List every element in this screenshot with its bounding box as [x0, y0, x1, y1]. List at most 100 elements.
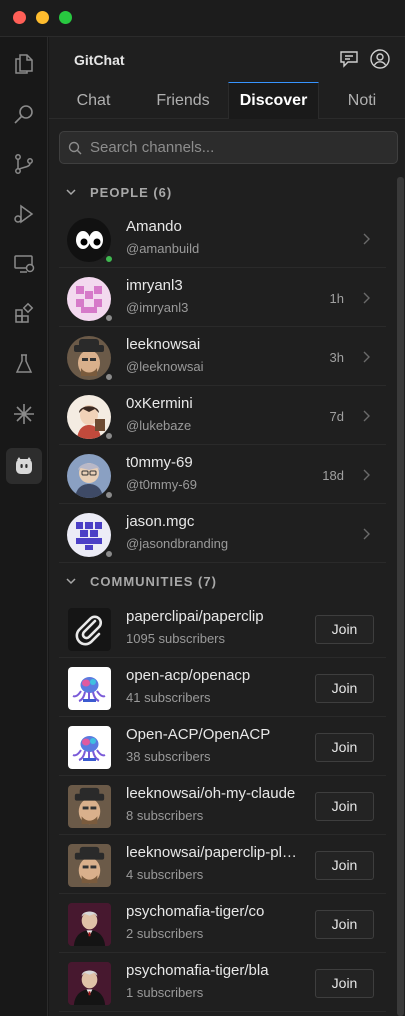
subscriber-count: 41 subscribers: [126, 690, 211, 705]
person-row[interactable]: jason.mgc @jasondbranding: [59, 505, 386, 563]
close-window-button[interactable]: [13, 11, 26, 24]
tab-chat[interactable]: Chat: [49, 82, 138, 119]
new-message-icon[interactable]: [338, 48, 360, 70]
subscriber-count: 1095 subscribers: [126, 631, 225, 646]
activity-bar: [0, 37, 48, 1016]
chevron-right-icon: [363, 233, 370, 245]
source-control-icon[interactable]: [6, 146, 42, 182]
scrollbar-thumb[interactable]: [397, 177, 404, 1016]
communities-section-header[interactable]: COMMUNITIES (7): [49, 566, 389, 596]
join-button[interactable]: Join: [315, 733, 374, 762]
scrollbar[interactable]: [396, 177, 405, 1016]
tab-bar: Chat Friends Discover Noti: [49, 82, 405, 119]
community-avatar: [68, 903, 111, 946]
person-row[interactable]: t0mmy-69 @t0mmy-69 18d: [59, 446, 386, 504]
community-avatar: [68, 726, 111, 769]
community-avatar: [68, 844, 111, 887]
community-name: psychomafia-tiger/bla: [126, 962, 269, 979]
community-row[interactable]: psychomafia-tiger/bla 1 subscribers Join: [59, 954, 386, 1012]
subscriber-count: 4 subscribers: [126, 867, 204, 882]
join-button[interactable]: Join: [315, 674, 374, 703]
person-handle: @jasondbranding: [126, 536, 229, 551]
community-row[interactable]: Open-ACP/OpenACP 38 subscribers Join: [59, 718, 386, 776]
chevron-down-icon: [66, 578, 76, 585]
run-debug-icon[interactable]: [6, 196, 42, 232]
zoom-window-button[interactable]: [59, 11, 72, 24]
community-row[interactable]: open-acp/openacp 41 subscribers Join: [59, 659, 386, 717]
subscriber-count: 8 subscribers: [126, 808, 204, 823]
person-handle: @lukebaze: [126, 418, 192, 433]
last-active-time: 7d: [329, 409, 344, 424]
search-box: [59, 131, 398, 164]
community-name: Open-ACP/OpenACP: [126, 726, 271, 743]
join-button[interactable]: Join: [315, 792, 374, 821]
last-active-time: 3h: [329, 350, 344, 365]
testing-flask-icon[interactable]: [6, 346, 42, 382]
chevron-right-icon: [363, 410, 370, 422]
online-status-dot: [104, 254, 114, 264]
person-name: Amando: [126, 218, 182, 235]
communities-section-label: COMMUNITIES (7): [90, 574, 217, 589]
subscriber-count: 38 subscribers: [126, 749, 211, 764]
offline-status-dot: [104, 431, 114, 441]
extensions-icon[interactable]: [6, 296, 42, 332]
person-row[interactable]: leeknowsai @leeknowsai 3h: [59, 328, 386, 386]
community-name: leeknowsai/paperclip-plugins: [126, 844, 304, 861]
minimize-window-button[interactable]: [36, 11, 49, 24]
person-handle: @amanbuild: [126, 241, 200, 256]
people-section-header[interactable]: PEOPLE (6): [49, 177, 389, 207]
person-handle: @imryanl3: [126, 300, 189, 315]
chevron-right-icon: [363, 469, 370, 481]
tab-notifications[interactable]: Noti: [319, 82, 405, 119]
chevron-right-icon: [363, 351, 370, 363]
offline-status-dot: [104, 490, 114, 500]
gitchat-icon[interactable]: [6, 448, 42, 484]
chevron-right-icon: [363, 528, 370, 540]
search-icon[interactable]: [6, 96, 42, 132]
person-name: leeknowsai: [126, 336, 201, 353]
tab-friends[interactable]: Friends: [138, 82, 228, 119]
tab-discover[interactable]: Discover: [228, 82, 319, 119]
join-button[interactable]: Join: [315, 910, 374, 939]
remote-explorer-icon[interactable]: [6, 246, 42, 282]
panel-header: GitChat: [49, 37, 405, 82]
community-avatar: [68, 962, 111, 1005]
last-active-time: 18d: [322, 468, 344, 483]
explorer-icon[interactable]: [6, 46, 42, 82]
community-avatar: [68, 608, 111, 651]
community-name: open-acp/openacp: [126, 667, 251, 684]
person-row[interactable]: 0xKermini @lukebaze 7d: [59, 387, 386, 445]
people-section-label: PEOPLE (6): [90, 185, 173, 200]
search-channels-input[interactable]: [90, 132, 390, 163]
person-handle: @t0mmy-69: [126, 477, 197, 492]
sparkle-icon[interactable]: [6, 396, 42, 432]
person-name: jason.mgc: [126, 513, 195, 530]
offline-status-dot: [104, 313, 114, 323]
panel-title: GitChat: [74, 52, 125, 68]
community-name: psychomafia-tiger/co: [126, 903, 265, 920]
community-avatar: [68, 785, 111, 828]
join-button[interactable]: Join: [315, 969, 374, 998]
community-row[interactable]: psychomafia-tiger/co 2 subscribers Join: [59, 895, 386, 953]
last-active-time: 1h: [329, 291, 344, 306]
join-button[interactable]: Join: [315, 851, 374, 880]
chevron-right-icon: [363, 292, 370, 304]
account-icon[interactable]: [369, 48, 391, 70]
chevron-down-icon: [66, 189, 76, 196]
community-row[interactable]: leeknowsai/paperclip-plugins 4 subscribe…: [59, 836, 386, 894]
subscriber-count: 1 subscribers: [126, 985, 204, 1000]
offline-status-dot: [104, 372, 114, 382]
search-icon: [68, 141, 82, 155]
join-button[interactable]: Join: [315, 615, 374, 644]
community-avatar: [68, 667, 111, 710]
person-row[interactable]: imryanl3 @imryanl3 1h: [59, 269, 386, 327]
gitchat-panel: GitChat Chat Friends Discover Noti PEOPL…: [49, 37, 405, 1016]
community-name: leeknowsai/oh-my-claude: [126, 785, 296, 802]
person-name: imryanl3: [126, 277, 183, 294]
person-name: 0xKermini: [126, 395, 193, 412]
window-titlebar: [0, 0, 405, 37]
person-name: t0mmy-69: [126, 454, 193, 471]
person-row[interactable]: Amando @amanbuild: [59, 210, 386, 268]
community-row[interactable]: leeknowsai/oh-my-claude 8 subscribers Jo…: [59, 777, 386, 835]
community-row[interactable]: paperclipai/paperclip 1095 subscribers J…: [59, 600, 386, 658]
